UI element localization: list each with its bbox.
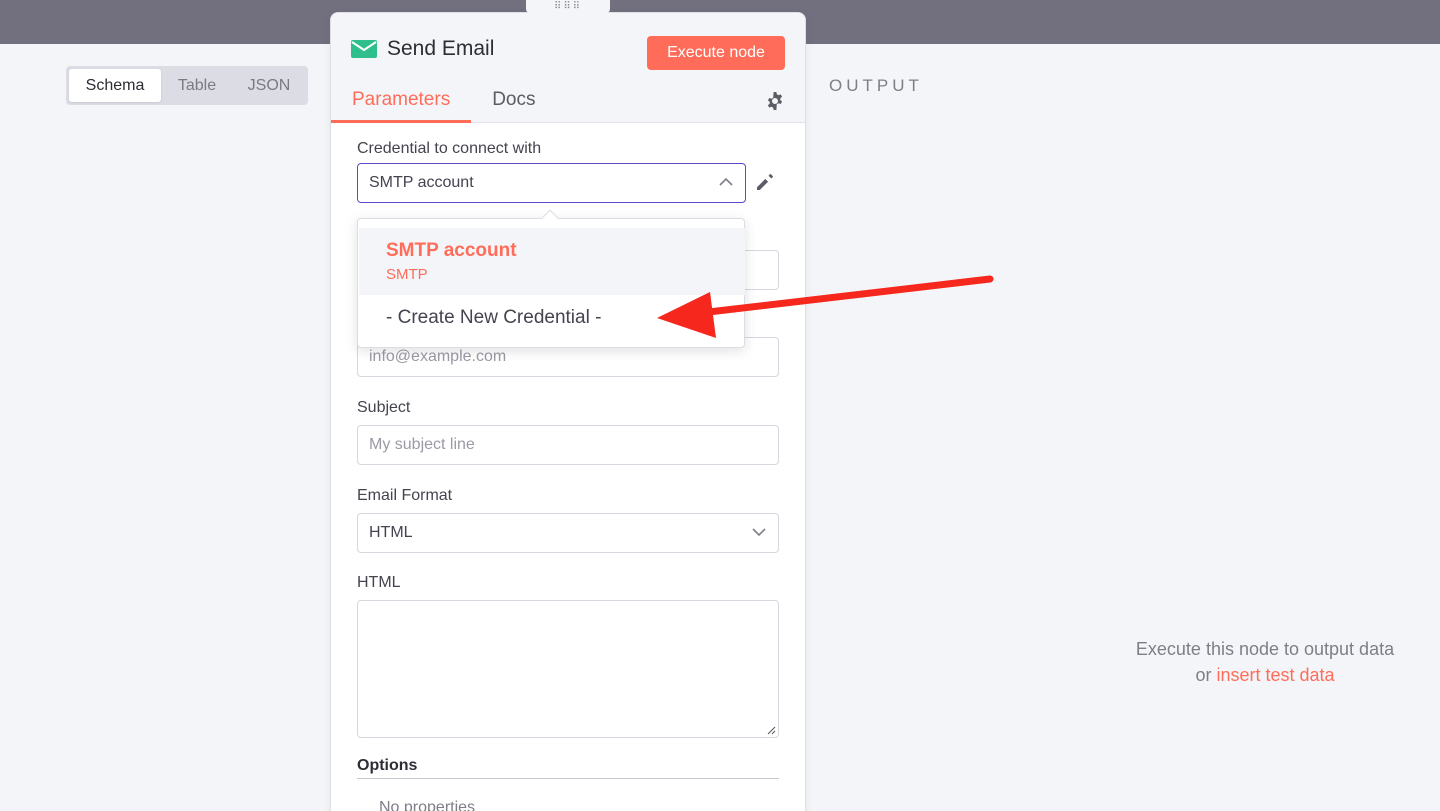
html-textarea[interactable] bbox=[357, 600, 779, 738]
subject-label: Subject bbox=[357, 399, 411, 416]
node-title-text[interactable]: Send Email bbox=[387, 37, 494, 61]
subject-input[interactable]: My subject line bbox=[357, 425, 779, 465]
toggle-schema[interactable]: Schema bbox=[69, 69, 161, 102]
credential-select-value: SMTP account bbox=[369, 174, 474, 191]
view-toggle: Schema Table JSON bbox=[66, 66, 308, 105]
chevron-up-icon bbox=[719, 177, 733, 186]
credential-select[interactable]: SMTP account bbox=[357, 163, 746, 203]
chevron-down-icon bbox=[752, 528, 766, 537]
resize-grip-icon[interactable] bbox=[767, 726, 776, 735]
output-empty-message: Execute this node to output data or inse… bbox=[1100, 636, 1430, 688]
option-name: SMTP account bbox=[386, 240, 517, 261]
html-label: HTML bbox=[357, 574, 401, 591]
option-type: SMTP bbox=[386, 266, 428, 283]
annotation-arrow-icon bbox=[657, 275, 994, 338]
email-format-select[interactable]: HTML bbox=[357, 513, 779, 553]
subject-placeholder: My subject line bbox=[369, 436, 475, 453]
tab-parameters[interactable]: Parameters bbox=[331, 85, 472, 123]
pencil-icon[interactable] bbox=[755, 172, 775, 192]
output-empty-line: Execute this node to output data bbox=[1135, 639, 1395, 659]
output-label: OUTPUT bbox=[829, 76, 923, 95]
insert-test-data-link[interactable]: insert test data bbox=[1216, 665, 1334, 685]
panel-tabs: Parameters Docs bbox=[331, 85, 557, 123]
panel-header: Send Email Execute node Parameters Docs bbox=[331, 13, 805, 123]
email-format-label: Email Format bbox=[357, 487, 453, 504]
toggle-table[interactable]: Table bbox=[161, 69, 233, 102]
output-empty-line-2: or insert test data bbox=[1100, 662, 1430, 688]
no-properties-text: No properties bbox=[379, 799, 476, 811]
credential-label: Credential to connect with bbox=[357, 140, 542, 157]
to-email-placeholder: info@example.com bbox=[369, 348, 507, 365]
output-empty-or: or bbox=[1195, 665, 1212, 685]
toggle-json[interactable]: JSON bbox=[233, 69, 305, 102]
gear-icon[interactable] bbox=[765, 91, 785, 111]
options-divider bbox=[357, 778, 779, 779]
email-format-value: HTML bbox=[369, 524, 413, 541]
envelope-icon bbox=[351, 40, 377, 58]
node-details-panel: Send Email Execute node Parameters Docs … bbox=[330, 12, 806, 811]
tab-docs[interactable]: Docs bbox=[471, 85, 556, 123]
panel-drag-handle[interactable]: ⠿⠿⠿ bbox=[526, 0, 610, 13]
execute-node-button[interactable]: Execute node bbox=[647, 36, 785, 70]
options-label: Options bbox=[357, 757, 418, 774]
node-title: Send Email bbox=[351, 37, 494, 61]
create-credential-label: - Create New Credential - bbox=[386, 307, 602, 328]
drag-dots-icon: ⠿⠿⠿ bbox=[554, 0, 582, 12]
